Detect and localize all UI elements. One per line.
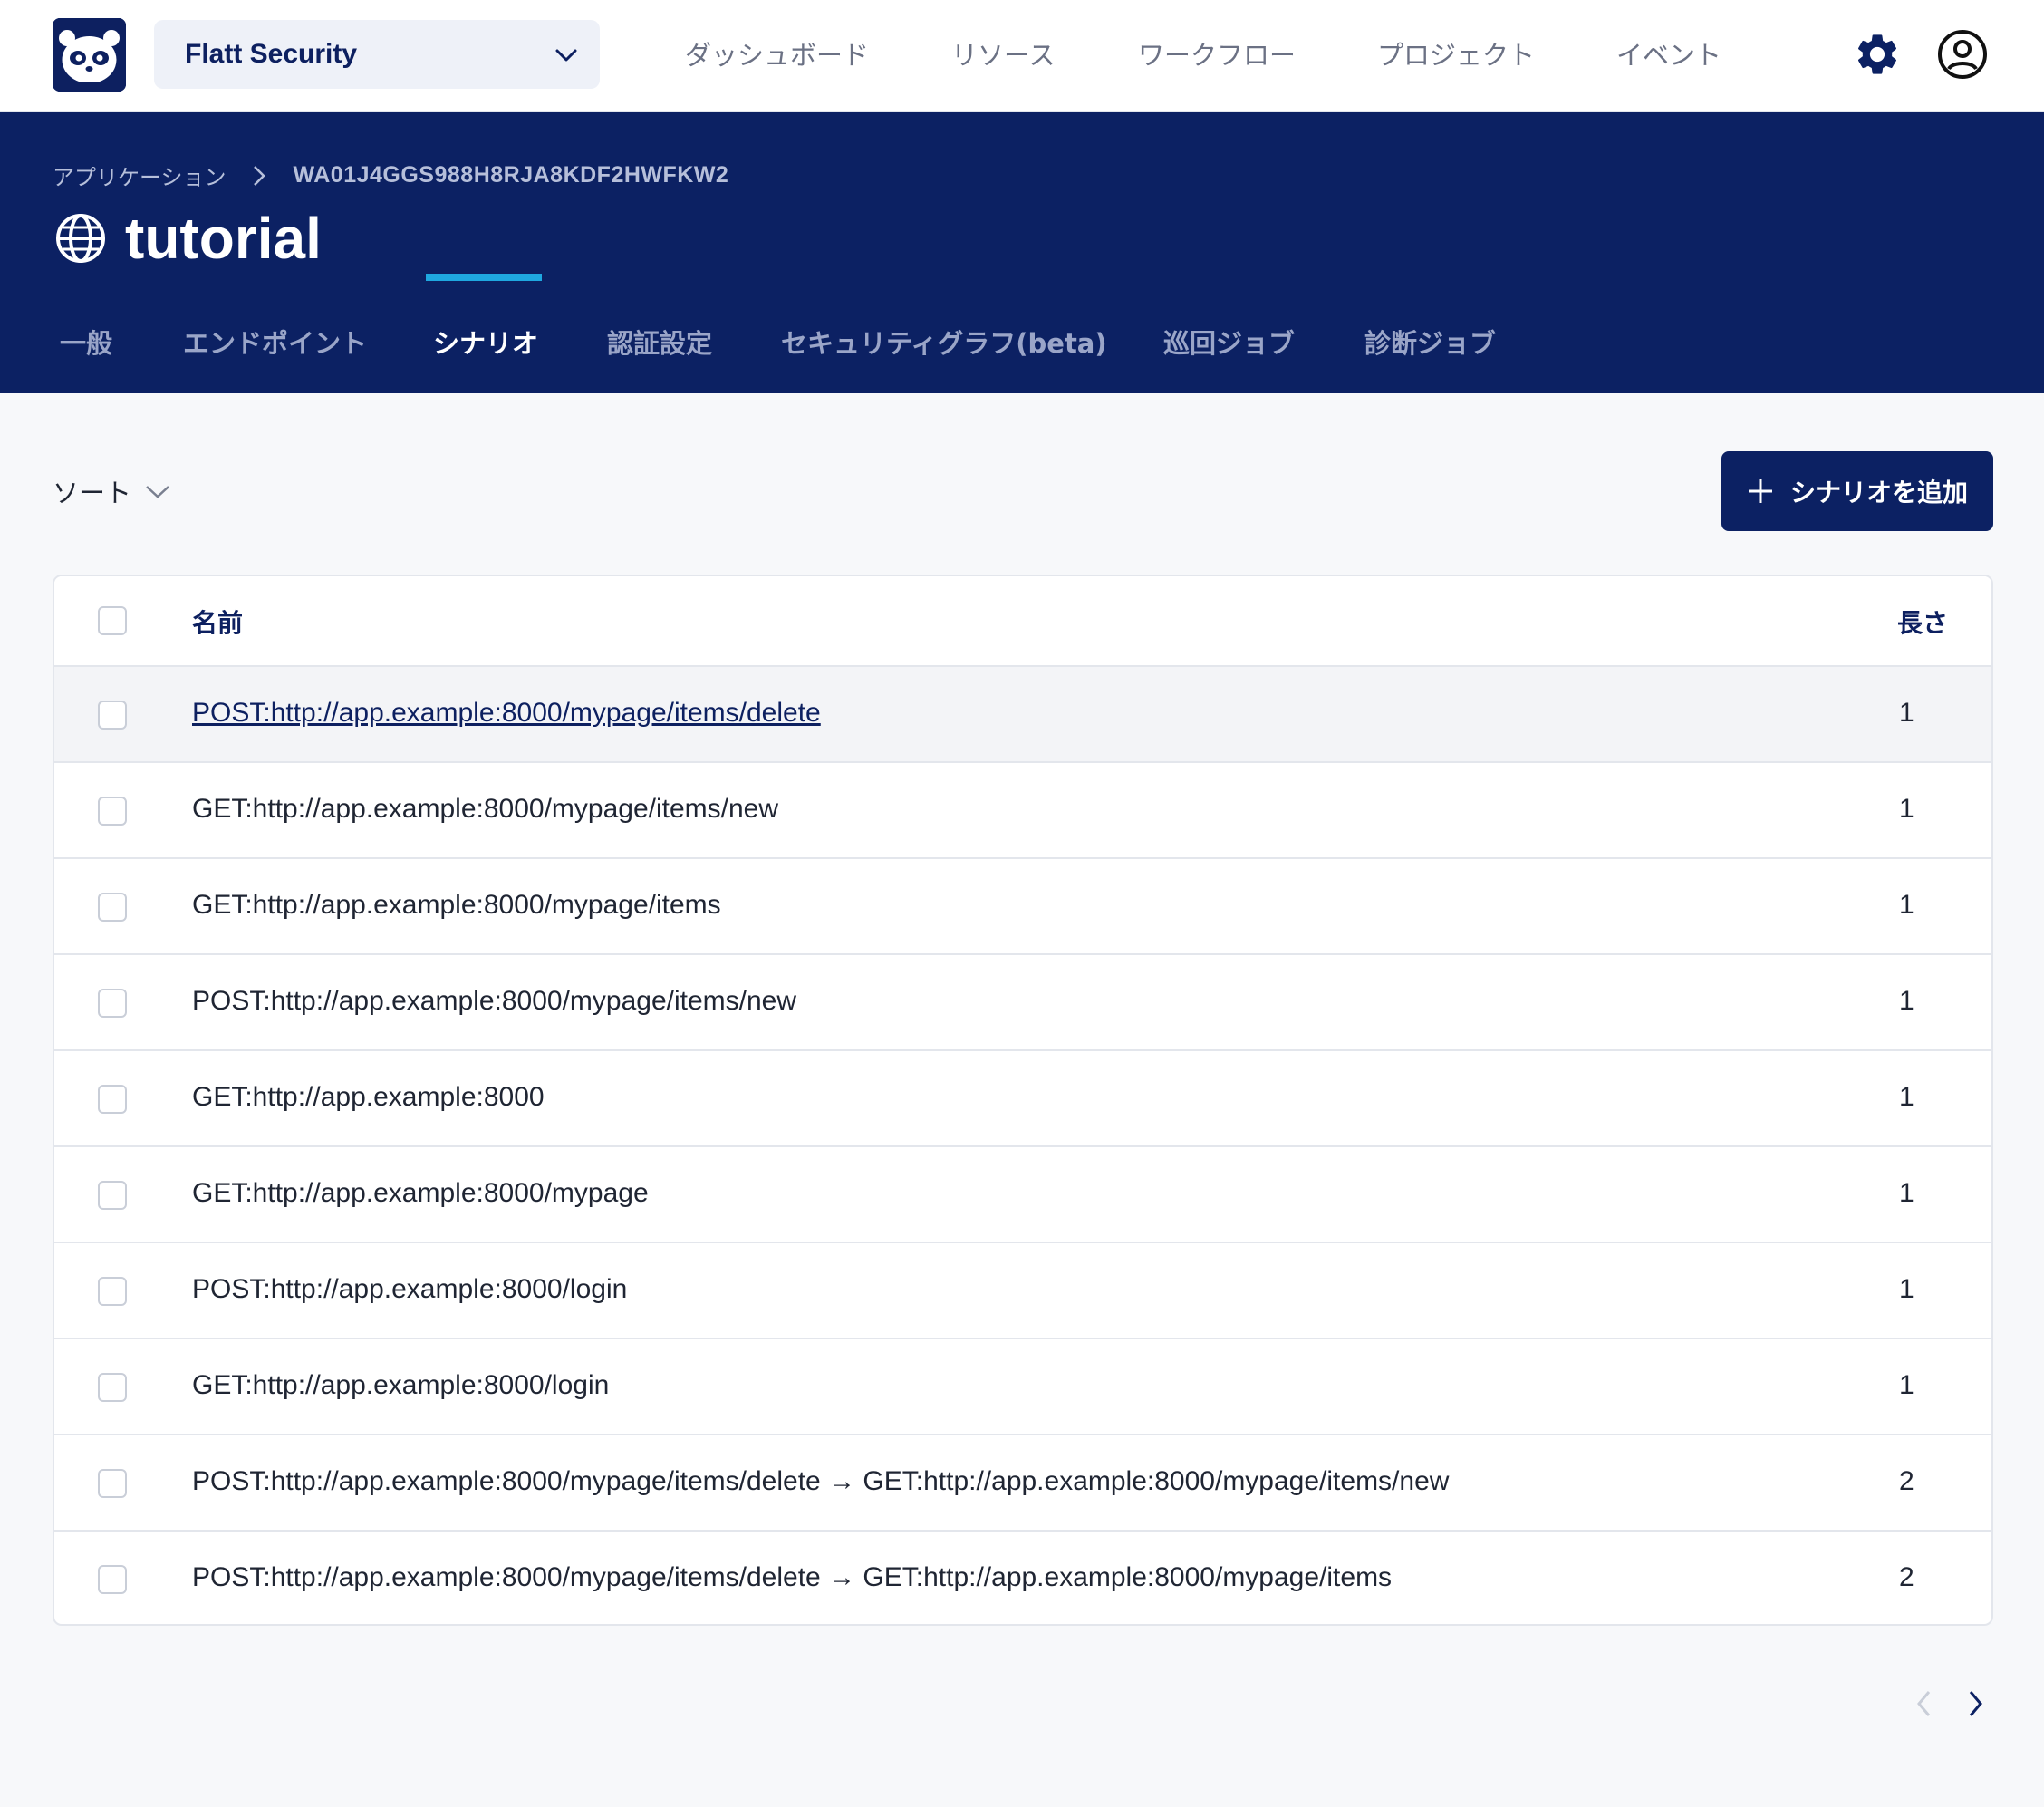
sort-label: ソート xyxy=(53,478,132,508)
nav-link-projects[interactable]: プロジェクト xyxy=(1377,33,1535,74)
scenario-name-link[interactable]: GET:http://app.example:8000/login xyxy=(192,1370,609,1401)
tab-auth-settings[interactable]: 認証設定 xyxy=(607,319,712,364)
tab-scenarios[interactable]: シナリオ xyxy=(433,319,538,364)
nav-link-events[interactable]: イベント xyxy=(1616,33,1721,74)
row-checkbox[interactable] xyxy=(98,1085,127,1114)
tab-endpoints[interactable]: エンドポイント xyxy=(183,319,367,364)
row-checkbox[interactable] xyxy=(98,1469,127,1498)
organization-name: Flatt Security xyxy=(185,39,358,69)
table-row[interactable]: GET:http://app.example:8000/login 1 xyxy=(54,1339,1991,1435)
scenario-table: 名前 長さ POST:http://app.example:8000/mypag… xyxy=(53,575,1993,1626)
scenario-length: 1 xyxy=(1899,1370,1914,1400)
scenario-length: 1 xyxy=(1899,1082,1914,1112)
globe-icon xyxy=(56,214,105,263)
nav-link-dashboard[interactable]: ダッシュボード xyxy=(685,33,869,74)
scenario-length: 1 xyxy=(1899,1178,1914,1208)
row-checkbox[interactable] xyxy=(98,1565,127,1594)
scenario-length: 2 xyxy=(1899,1466,1914,1496)
scenario-length: 1 xyxy=(1899,698,1914,728)
scenario-name-link[interactable]: POST:http://app.example:8000/mypage/item… xyxy=(192,1562,1392,1593)
row-checkbox[interactable] xyxy=(98,1277,127,1306)
table-row[interactable]: POST:http://app.example:8000/mypage/item… xyxy=(54,1435,1991,1532)
sort-dropdown[interactable]: ソート xyxy=(53,471,171,511)
scenario-length: 2 xyxy=(1899,1562,1914,1592)
chevron-left-icon xyxy=(1917,1691,1931,1716)
chevron-right-icon xyxy=(1969,1691,1982,1716)
add-scenario-label: シナリオを追加 xyxy=(1789,478,1968,507)
scenario-length: 1 xyxy=(1899,986,1914,1016)
scenario-name-link[interactable]: GET:http://app.example:8000/mypage xyxy=(192,1178,649,1209)
row-checkbox[interactable] xyxy=(98,797,127,826)
add-scenario-button[interactable]: シナリオを追加 xyxy=(1721,451,1993,531)
previous-page-button[interactable] xyxy=(1908,1687,1941,1720)
nav-link-resources[interactable]: リソース xyxy=(951,33,1056,74)
scenario-length: 1 xyxy=(1899,890,1914,920)
row-checkbox[interactable] xyxy=(98,989,127,1018)
tab-scan-jobs[interactable]: 診断ジョブ xyxy=(1364,319,1496,364)
user-circle-icon xyxy=(1938,30,1987,79)
scenario-length: 1 xyxy=(1899,1274,1914,1304)
scenario-name-link[interactable]: POST:http://app.example:8000/login xyxy=(192,1274,627,1305)
breadcrumb-applications-link[interactable]: アプリケーション xyxy=(53,159,227,191)
top-navigation: Flatt Security ダッシュボード リソース ワークフロー プロジェク… xyxy=(0,0,2044,112)
row-checkbox[interactable] xyxy=(98,893,127,922)
table-header: 名前 長さ xyxy=(54,576,1991,667)
table-row[interactable]: POST:http://app.example:8000/mypage/item… xyxy=(54,955,1991,1051)
organization-selector[interactable]: Flatt Security xyxy=(154,20,600,89)
page-header: アプリケーション WA01J4GGS988H8RJA8KDF2HWFKW2 tu… xyxy=(0,112,2044,393)
chevron-down-icon xyxy=(555,49,577,62)
table-row[interactable]: POST:http://app.example:8000/login 1 xyxy=(54,1243,1991,1339)
table-row[interactable]: GET:http://app.example:8000 1 xyxy=(54,1051,1991,1147)
next-page-button[interactable] xyxy=(1959,1687,1991,1720)
panda-logo-icon[interactable] xyxy=(53,18,126,92)
scenario-name-link[interactable]: POST:http://app.example:8000/mypage/item… xyxy=(192,698,821,729)
settings-button[interactable] xyxy=(1850,27,1904,82)
scenario-name-link[interactable]: GET:http://app.example:8000/mypage/items… xyxy=(192,794,778,825)
chevron-down-icon xyxy=(146,486,169,498)
scenario-name-link[interactable]: GET:http://app.example:8000/mypage/items xyxy=(192,890,721,921)
breadcrumb: アプリケーション WA01J4GGS988H8RJA8KDF2HWFKW2 xyxy=(53,159,728,191)
plus-icon xyxy=(1748,479,1772,503)
page-title: tutorial xyxy=(125,206,322,271)
table-row[interactable]: GET:http://app.example:8000/mypage 1 xyxy=(54,1147,1991,1243)
gear-icon xyxy=(1857,34,1897,74)
table-row[interactable]: POST:http://app.example:8000/mypage/item… xyxy=(54,1532,1991,1624)
tab-security-graph[interactable]: セキュリティグラフ(beta) xyxy=(781,319,1107,364)
row-checkbox[interactable] xyxy=(98,1181,127,1210)
chevron-right-icon xyxy=(253,165,265,186)
account-button[interactable] xyxy=(1935,27,1990,82)
active-tab-indicator xyxy=(426,274,542,281)
scenario-name-link[interactable]: POST:http://app.example:8000/mypage/item… xyxy=(192,986,796,1017)
scenario-name-link[interactable]: POST:http://app.example:8000/mypage/item… xyxy=(192,1466,1449,1497)
row-checkbox[interactable] xyxy=(98,1373,127,1402)
row-checkbox[interactable] xyxy=(98,701,127,730)
scenario-name-link[interactable]: GET:http://app.example:8000 xyxy=(192,1082,545,1113)
scenario-length: 1 xyxy=(1899,794,1914,824)
nav-link-workflows[interactable]: ワークフロー xyxy=(1138,33,1296,74)
select-all-checkbox[interactable] xyxy=(98,606,127,635)
table-row[interactable]: GET:http://app.example:8000/mypage/items… xyxy=(54,763,1991,859)
column-header-name[interactable]: 名前 xyxy=(192,604,243,640)
breadcrumb-current: WA01J4GGS988H8RJA8KDF2HWFKW2 xyxy=(293,162,729,188)
table-row[interactable]: GET:http://app.example:8000/mypage/items… xyxy=(54,859,1991,955)
tab-crawl-jobs[interactable]: 巡回ジョブ xyxy=(1163,319,1295,364)
tab-general[interactable]: 一般 xyxy=(60,319,112,364)
table-row[interactable]: POST:http://app.example:8000/mypage/item… xyxy=(54,667,1991,763)
column-header-length[interactable]: 長さ xyxy=(1897,604,1948,640)
